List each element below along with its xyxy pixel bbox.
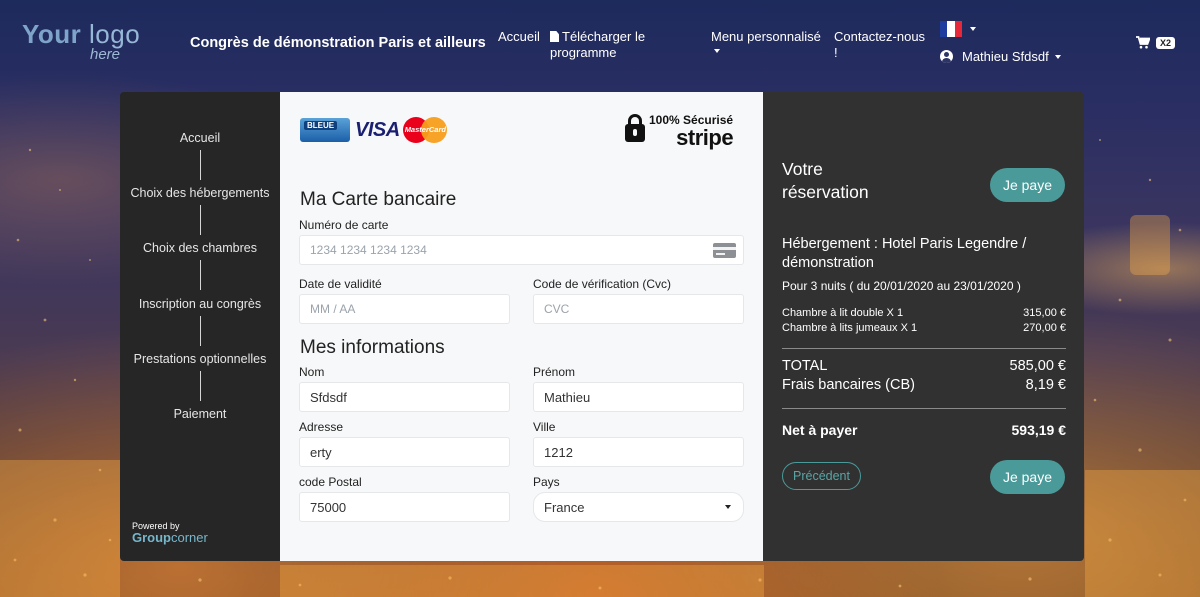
file-pdf-icon <box>550 31 559 42</box>
language-flag-fr[interactable] <box>940 21 962 37</box>
secure-stripe-badge: 100% Sécurisé stripe <box>625 114 734 150</box>
user-menu[interactable]: Mathieu Sfdsdf <box>940 49 1061 64</box>
brand-bold: Group <box>132 530 171 545</box>
total-value: 585,00 € <box>1009 358 1066 374</box>
carte-bleue-text: BLEUE <box>304 121 338 130</box>
line-item-amount: 315,00 € <box>1023 307 1066 319</box>
cvc-input[interactable]: CVC <box>533 294 744 324</box>
first-name-label: Prénom <box>533 365 576 379</box>
brand-light: corner <box>171 530 208 545</box>
step-accommodation[interactable]: Choix des hébergements <box>120 186 280 200</box>
hotel-name: Hébergement : Hotel Paris Legendre / dém… <box>782 236 1027 271</box>
country-value: France <box>544 500 585 515</box>
last-name-label: Nom <box>299 365 325 379</box>
steps-sidebar: Accueil Choix des hébergements Choix des… <box>120 92 280 561</box>
event-title[interactable]: Congrès de démonstration Paris et ailleu… <box>190 35 486 51</box>
cart-icon <box>1136 36 1150 49</box>
line-item-label: Chambre à lits jumeaux X 1 <box>782 322 918 334</box>
address-input[interactable]: erty <box>299 437 510 467</box>
step-connector <box>200 150 201 180</box>
step-rooms[interactable]: Choix des chambres <box>120 241 280 255</box>
credit-card-icon <box>713 243 736 258</box>
expiry-input[interactable]: MM / AA <box>299 294 510 324</box>
checkout-card: Accueil Choix des hébergements Choix des… <box>120 92 1084 561</box>
line-item: Chambre à lit double X 1 315,00 € <box>782 307 1066 319</box>
divider <box>782 408 1066 409</box>
reservation-summary: Votre réservation Je paye Hébergement : … <box>763 92 1084 561</box>
country-label: Pays <box>533 475 560 489</box>
expiry-placeholder: MM / AA <box>310 302 356 316</box>
summary-title: Votre réservation <box>782 159 869 202</box>
chevron-down-icon <box>1054 54 1061 59</box>
lock-icon <box>625 114 645 142</box>
nav-download-program[interactable]: Télécharger le programme <box>550 29 670 61</box>
cart-count-badge: X2 <box>1156 36 1176 49</box>
nav-home[interactable]: Accueil <box>498 29 540 45</box>
powered-by[interactable]: Powered by Groupcorner <box>132 521 208 545</box>
postal-code-label: code Postal <box>299 475 362 489</box>
fees-row: Frais bancaires (CB) 8,19 € <box>782 377 1066 393</box>
nav-custom-menu-label: Menu personnalisé <box>711 29 821 44</box>
logo-text-bold: Your <box>22 19 82 49</box>
payment-form: BLEUE VISA MasterCard 100% Sécurisé stri… <box>280 92 763 561</box>
step-connector <box>200 371 201 401</box>
mastercard-text: MasterCard <box>404 125 446 134</box>
cvc-placeholder: CVC <box>544 302 570 316</box>
previous-button[interactable]: Précédent <box>782 462 861 490</box>
nav-custom-menu[interactable]: Menu personnalisé <box>711 29 821 53</box>
language-dropdown-icon[interactable] <box>970 27 976 31</box>
step-home[interactable]: Accueil <box>120 131 280 145</box>
visa-logo: VISA <box>355 118 400 141</box>
city-label: Ville <box>533 420 556 434</box>
user-name: Mathieu Sfdsdf <box>962 49 1049 64</box>
logo-subtext: here <box>90 46 121 63</box>
nav-download-label: Télécharger le programme <box>550 29 646 60</box>
cvc-label: Code de vérification (Cvc) <box>533 277 672 291</box>
nav-contact[interactable]: Contactez-nous ! <box>834 29 929 61</box>
first-name-input[interactable]: Mathieu <box>533 382 744 412</box>
total-row: TOTAL 585,00 € <box>782 358 1066 374</box>
card-section-title: Ma Carte bancaire <box>300 189 457 210</box>
step-connector <box>200 260 201 290</box>
net-row: Net à payer 593,19 € <box>782 422 1066 438</box>
step-optional-services[interactable]: Prestations optionnelles <box>120 352 280 366</box>
user-avatar-icon <box>940 50 953 63</box>
address-label: Adresse <box>299 420 344 434</box>
last-name-input[interactable]: Sfdsdf <box>299 382 510 412</box>
line-item-label: Chambre à lit double X 1 <box>782 307 904 319</box>
step-payment[interactable]: Paiement <box>120 407 280 421</box>
info-section-title: Mes informations <box>300 337 445 358</box>
net-label: Net à payer <box>782 422 858 438</box>
step-connector <box>200 205 201 235</box>
step-registration[interactable]: Inscription au congrès <box>120 297 280 311</box>
card-number-input[interactable]: 1234 1234 1234 1234 <box>299 235 744 265</box>
card-number-label: Numéro de carte <box>299 218 389 232</box>
card-number-placeholder: 1234 1234 1234 1234 <box>310 243 427 257</box>
line-item-amount: 270,00 € <box>1023 322 1066 334</box>
stripe-logo: stripe <box>676 125 734 150</box>
cart-button[interactable]: X2 <box>1136 36 1176 49</box>
accepted-cards: BLEUE VISA MasterCard <box>300 117 447 143</box>
chevron-down-icon <box>725 505 731 509</box>
country-select[interactable]: France <box>533 492 744 522</box>
site-logo[interactable]: Your logo here <box>22 20 140 62</box>
carte-bleue-logo: BLEUE <box>300 118 350 142</box>
step-connector <box>200 316 201 346</box>
logo-text-light: logo <box>89 19 141 49</box>
postal-code-input[interactable]: 75000 <box>299 492 510 522</box>
chevron-down-icon <box>714 49 720 53</box>
fees-label: Frais bancaires (CB) <box>782 377 915 393</box>
pay-button-top[interactable]: Je paye <box>990 168 1065 202</box>
stay-dates: Pour 3 nuits ( du 20/01/2020 au 23/01/20… <box>782 279 1021 293</box>
fees-value: 8,19 € <box>1025 377 1066 393</box>
expiry-label: Date de validité <box>299 277 382 291</box>
divider <box>782 348 1066 349</box>
line-item: Chambre à lits jumeaux X 1 270,00 € <box>782 322 1066 334</box>
pay-button-bottom[interactable]: Je paye <box>990 460 1065 494</box>
total-label: TOTAL <box>782 358 828 374</box>
mastercard-logo: MasterCard <box>402 117 447 143</box>
city-input[interactable]: 1212 <box>533 437 744 467</box>
net-value: 593,19 € <box>1011 422 1067 438</box>
